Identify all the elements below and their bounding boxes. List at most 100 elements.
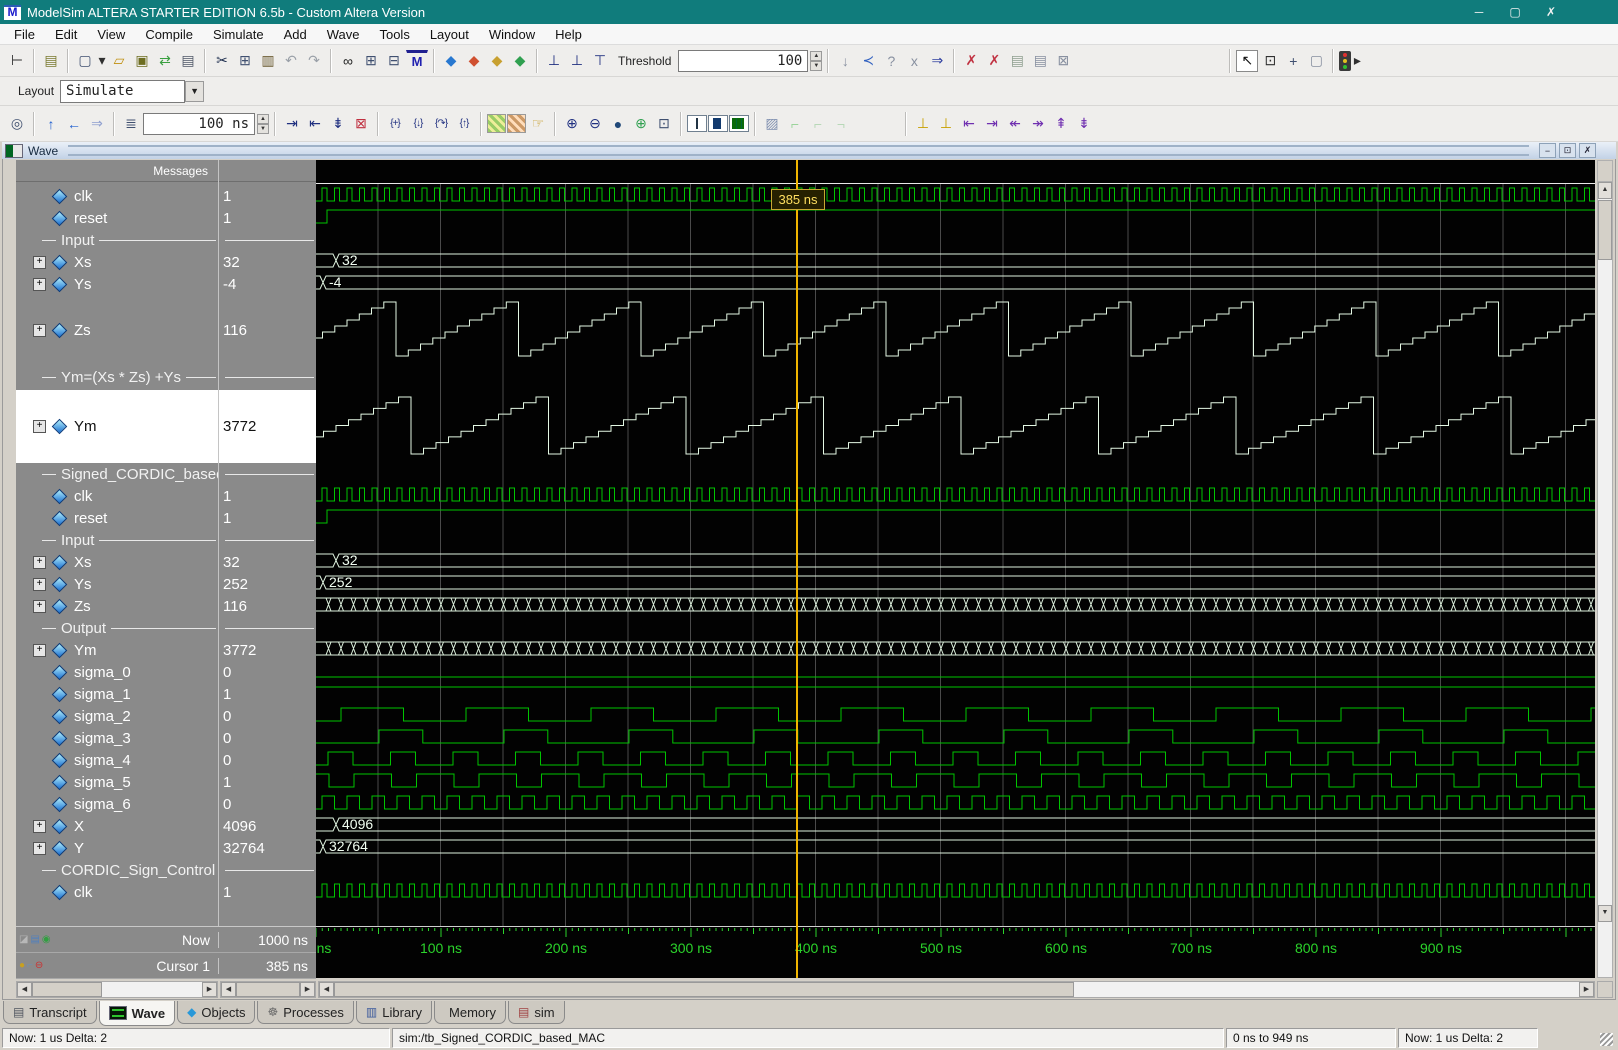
waveform-row[interactable] <box>316 616 1595 638</box>
cursor1-row[interactable]: ● ⌐ ⊖ Cursor 1 <box>16 958 218 974</box>
cut-left-icon[interactable]: ✗ <box>960 50 982 72</box>
expand-icon[interactable]: + <box>33 255 46 269</box>
menu-window[interactable]: Window <box>479 24 545 44</box>
filter-one-icon[interactable]: ↓ <box>834 50 856 72</box>
wave-minimize-button[interactable]: − <box>1539 143 1556 158</box>
signal-name-row[interactable]: sigma_2 <box>16 705 218 727</box>
wave-titlebar-grip[interactable] <box>68 145 1529 156</box>
waveform-row[interactable] <box>316 748 1595 770</box>
timeline[interactable]: ns 100 ns 200 ns 300 ns 400 ns 500 ns 600 ns 70… <box>316 926 1595 978</box>
waveform-row[interactable] <box>316 528 1595 550</box>
scroll-left-icon[interactable]: ◀ <box>17 982 32 997</box>
waveform-row[interactable] <box>316 880 1595 902</box>
signal-name-row[interactable]: + Ys <box>16 573 218 595</box>
step-over-icon[interactable]: {↷} <box>430 113 452 135</box>
signal-name-row[interactable]: clk <box>16 185 218 207</box>
wave-window-titlebar[interactable]: Wave − ⊡ ✗ <box>2 142 1616 159</box>
waveform-row[interactable] <box>316 638 1595 660</box>
vertical-scroll-thumb[interactable] <box>1598 200 1612 260</box>
spin-down-icon[interactable]: ▼ <box>810 60 823 71</box>
tab-wave[interactable]: Wave <box>98 1001 176 1026</box>
signal-name-row[interactable]: sigma_6 <box>16 793 218 815</box>
filter-x-icon[interactable]: x <box>903 50 925 72</box>
undo-icon[interactable]: ↶ <box>280 50 302 72</box>
signal-name-row[interactable]: + Ys <box>16 273 218 295</box>
edge-fall-icon[interactable]: ¬ <box>830 113 852 135</box>
signal-name-row[interactable]: sigma_5 <box>16 771 218 793</box>
lock-cursor-icon[interactable]: ● <box>19 960 25 971</box>
scroll-right-icon[interactable]: ▶ <box>1579 982 1594 997</box>
expand-icon[interactable]: + <box>33 555 46 569</box>
waveform-panel[interactable]: 32 -4 32 252 4096 32764 ns 100 ns 200 ns 300 ns 4… <box>316 160 1595 978</box>
signal-name-row[interactable]: clk <box>16 485 218 507</box>
zoom-in-icon[interactable]: ⊕ <box>561 113 583 135</box>
prev-rising-icon[interactable]: ⇞ <box>1050 113 1072 135</box>
expand-icon[interactable]: + <box>33 577 46 591</box>
remove-selected-icon[interactable]: ◆ <box>463 50 485 72</box>
expand-icon[interactable]: + <box>33 599 46 613</box>
h-scroll-thumb[interactable] <box>32 982 102 997</box>
run-all-icon[interactable]: ⇟ <box>327 113 349 135</box>
menu-view[interactable]: View <box>87 24 135 44</box>
virtual-objects-icon[interactable]: ▤ <box>40 50 62 72</box>
print-icon[interactable]: ▤ <box>177 50 199 72</box>
h-scroll-thumb[interactable] <box>334 982 1074 997</box>
close-button[interactable]: ✗ <box>1536 3 1566 21</box>
menu-tools[interactable]: Tools <box>369 24 419 44</box>
open-icon[interactable]: ▱ <box>108 50 130 72</box>
scroll-right-icon[interactable]: ▶ <box>300 982 315 997</box>
menu-simulate[interactable]: Simulate <box>203 24 274 44</box>
waveform-row[interactable]: -4 <box>316 272 1595 294</box>
cursor1-value[interactable]: 385 ns <box>218 957 316 974</box>
expand-icon[interactable]: + <box>33 420 46 433</box>
zoom-mode-icon[interactable]: ⊡ <box>1259 50 1281 72</box>
collapse-icon[interactable]: ⊟ <box>383 50 405 72</box>
filter-split-icon[interactable]: ≺ <box>857 50 879 72</box>
waveform-row[interactable] <box>316 206 1595 228</box>
wave-restore-button[interactable]: ⊡ <box>1559 143 1576 158</box>
pan-hand-icon[interactable]: ☞ <box>527 113 549 135</box>
clear-icon[interactable]: ⊠ <box>1052 50 1074 72</box>
threshold-icon[interactable]: ⊤ <box>589 50 611 72</box>
performance-profile-icon[interactable] <box>487 114 506 133</box>
expand-icon[interactable]: + <box>33 277 46 291</box>
zoom-range-icon[interactable]: ⊕ <box>630 113 652 135</box>
scroll-down-icon[interactable]: ▼ <box>1598 905 1612 922</box>
continue-run-icon[interactable]: ⇤ <box>304 113 326 135</box>
waveform-row[interactable] <box>316 228 1595 250</box>
values-h-scrollbar[interactable]: ◀ ▶ <box>220 981 316 998</box>
waveform-row[interactable]: 32 <box>316 550 1595 572</box>
signal-name-row[interactable]: sigma_4 <box>16 749 218 771</box>
spin-up-icon[interactable]: ▲ <box>810 50 823 61</box>
run-length-spinner[interactable]: ▲ ▼ <box>257 113 269 134</box>
signal-name-row[interactable]: sigma_1 <box>16 683 218 705</box>
divider-row[interactable]: Signed_CORDIC_based_M <box>16 463 218 485</box>
tab-library[interactable]: ▥ Library <box>355 1001 433 1024</box>
goto-bottom-icon[interactable]: ⊥ <box>543 50 565 72</box>
wave-vertical-scrollbar[interactable]: ▲ ▼ <box>1597 160 1613 978</box>
menu-file[interactable]: File <box>4 24 45 44</box>
cut-icon[interactable]: ✂ <box>211 50 233 72</box>
signal-name-row[interactable]: reset <box>16 207 218 229</box>
zoom-out-icon[interactable]: ⊖ <box>584 113 606 135</box>
scroll-left-icon[interactable]: ◀ <box>221 982 236 997</box>
next-rising-icon[interactable]: ⇟ <box>1073 113 1095 135</box>
bookmark-icon[interactable]: ▤ <box>30 934 39 945</box>
delete-cursor-icon[interactable]: ⊥ <box>935 113 957 135</box>
signal-name-row[interactable]: + Ym <box>16 390 218 463</box>
expand-icon[interactable]: + <box>33 643 46 657</box>
menu-help[interactable]: Help <box>545 24 592 44</box>
maximize-button[interactable]: ▢ <box>1500 3 1530 21</box>
wave-close-button[interactable]: ✗ <box>1579 143 1596 158</box>
run-length-icon[interactable]: ≣ <box>120 113 142 135</box>
waveform-row[interactable] <box>316 682 1595 704</box>
edit-cursor-icon[interactable]: ⌐ <box>27 960 33 971</box>
divider-row[interactable]: Input <box>16 529 218 551</box>
add-cursor-icon[interactable]: ⊥ <box>912 113 934 135</box>
wave-h-scrollbar[interactable]: ◀ ▶ <box>318 981 1595 998</box>
view-wave-icon[interactable] <box>729 115 749 132</box>
layout-dropdown-icon[interactable]: ▼ <box>185 80 205 102</box>
waveform-row[interactable]: 32764 <box>316 836 1595 858</box>
signal-name-row[interactable]: + Ym <box>16 639 218 661</box>
view-cursor-icon[interactable] <box>687 115 707 132</box>
